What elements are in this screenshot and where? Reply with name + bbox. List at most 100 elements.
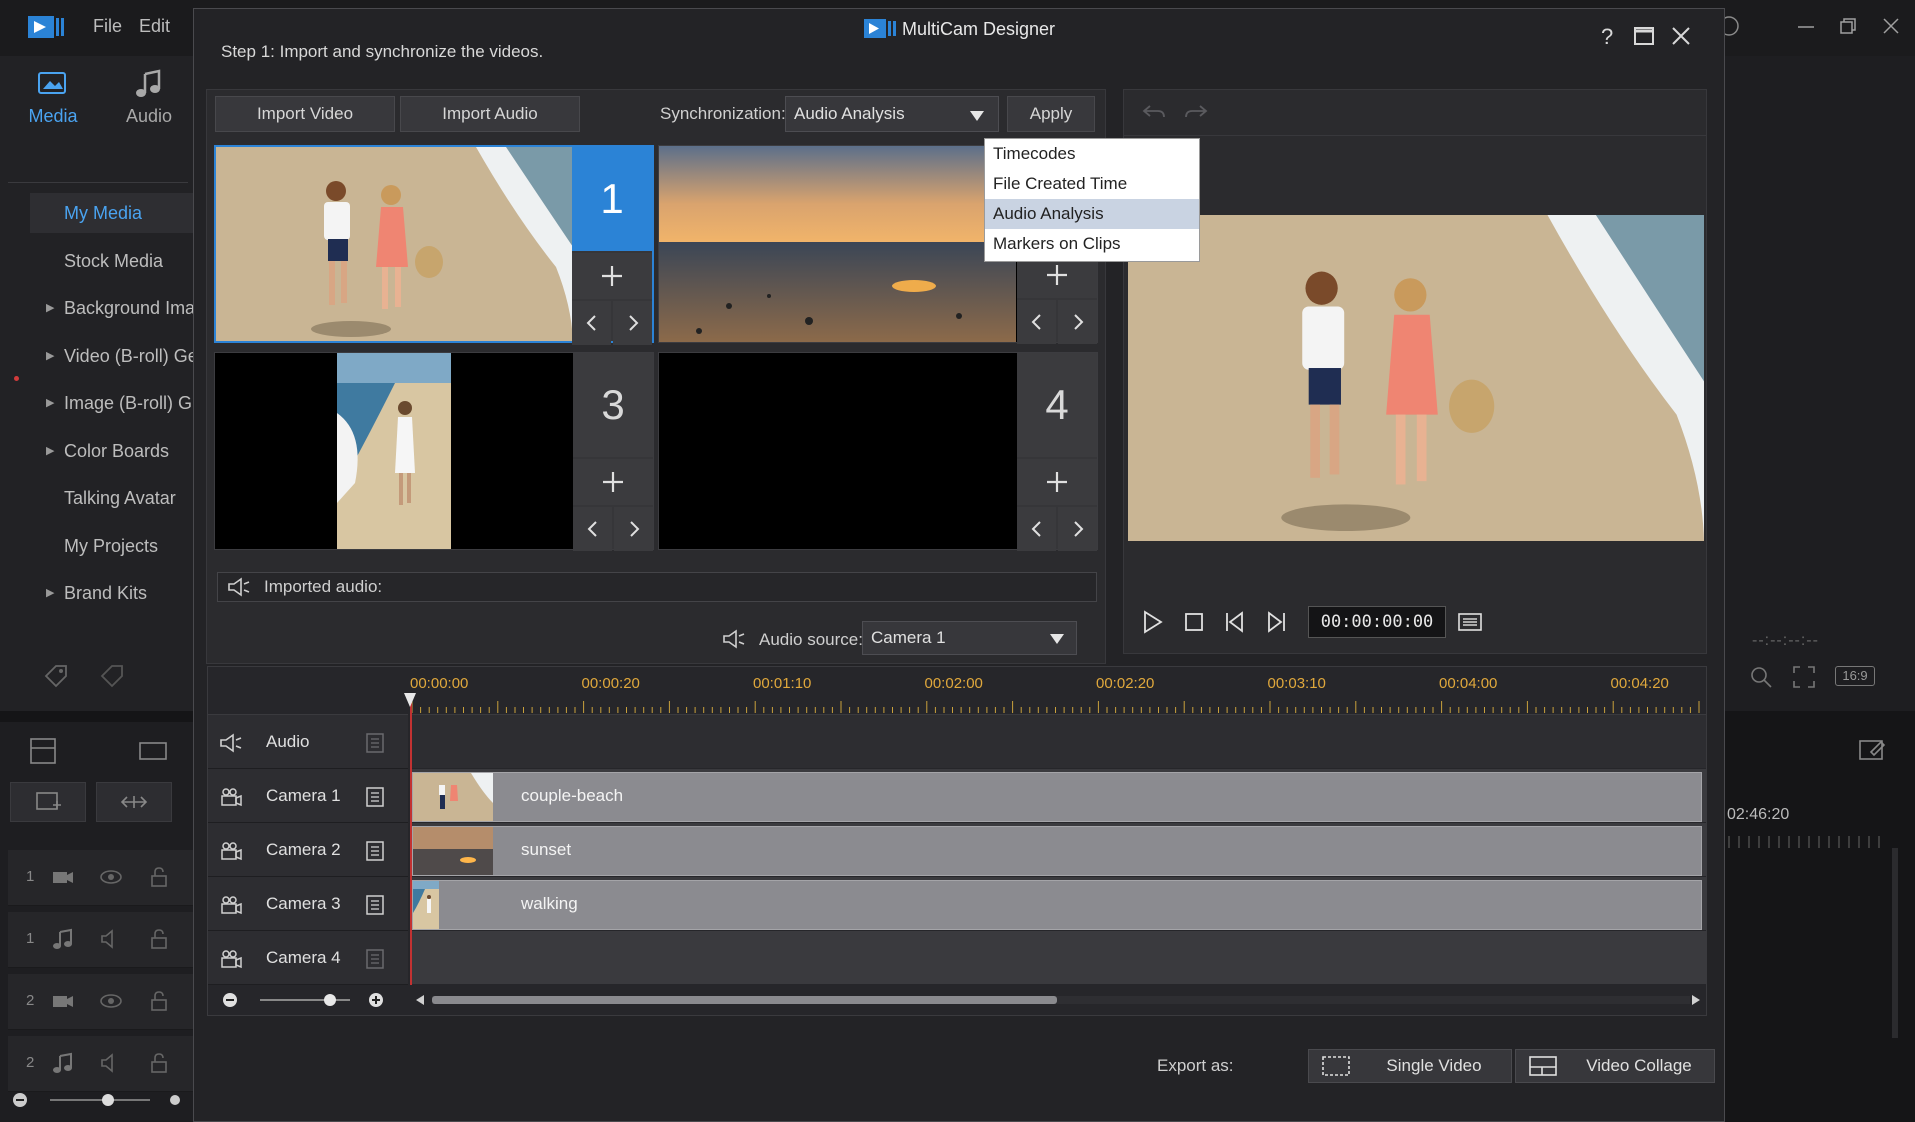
timeline-horizontal-scrollbar[interactable] xyxy=(410,985,1706,1015)
menu-file[interactable]: File xyxy=(93,16,122,37)
background-scrollbar[interactable] xyxy=(1892,848,1898,1038)
single-video-button[interactable]: Single Video xyxy=(1308,1049,1512,1083)
library-item[interactable]: ▶ Background Ima xyxy=(30,288,195,328)
library-item-label: My Projects xyxy=(64,535,159,556)
playhead-handle[interactable] xyxy=(404,693,416,707)
video-camera-icon xyxy=(50,864,76,890)
audio-source-select[interactable]: Camera 1 xyxy=(862,621,1077,655)
close-app-icon[interactable] xyxy=(1879,14,1903,38)
close-icon[interactable] xyxy=(1668,23,1694,49)
lock-icon[interactable] xyxy=(146,1050,172,1076)
sync-option[interactable]: Markers on Clips xyxy=(985,229,1199,259)
sync-option[interactable]: Audio Analysis xyxy=(985,199,1199,229)
camera-slot-4[interactable]: 4 xyxy=(658,352,1098,551)
camera-1-add-button[interactable] xyxy=(572,253,652,299)
library-item[interactable]: Stock Media xyxy=(30,241,195,281)
track-list-icon[interactable] xyxy=(364,785,386,809)
track-list-icon[interactable] xyxy=(364,947,386,971)
visibility-eye-icon[interactable] xyxy=(98,864,124,890)
timeline-clip[interactable]: walking xyxy=(412,880,1702,930)
import-video-button[interactable]: Import Video xyxy=(215,96,395,132)
aspect-ratio-button[interactable]: 16:9 xyxy=(1835,666,1875,686)
bg-zoom-slider[interactable] xyxy=(10,1090,180,1110)
tab-media[interactable]: Media xyxy=(8,68,98,127)
previous-frame-icon[interactable] xyxy=(1221,608,1249,636)
visibility-eye-icon[interactable] xyxy=(98,988,124,1014)
add-tag-icon[interactable] xyxy=(42,662,72,692)
playback-settings-icon[interactable] xyxy=(1456,608,1484,636)
video-collage-button[interactable]: Video Collage xyxy=(1515,1049,1715,1083)
import-audio-button[interactable]: Import Audio xyxy=(400,96,580,132)
play-icon[interactable] xyxy=(1138,608,1166,636)
camera-3-next-button[interactable] xyxy=(614,507,653,551)
lock-icon[interactable] xyxy=(146,988,172,1014)
lock-icon[interactable] xyxy=(146,864,172,890)
library-item[interactable]: ▶ Image (B-roll) G xyxy=(30,383,195,423)
library-item[interactable]: My Media xyxy=(30,193,195,233)
library-item[interactable]: ▶ Video (B-roll) Ge xyxy=(30,336,195,376)
library-item-label: Video (B-roll) Ge xyxy=(64,345,195,366)
sync-option[interactable]: File Created Time xyxy=(985,169,1199,199)
synchronization-select[interactable]: Audio Analysis xyxy=(785,96,999,132)
lock-icon[interactable] xyxy=(146,926,172,952)
camera-1-controls: 1 xyxy=(572,147,652,345)
volume-icon[interactable] xyxy=(98,926,124,952)
camera-slot-3[interactable]: 3 xyxy=(214,352,654,551)
sync-option[interactable]: Timecodes xyxy=(985,139,1199,169)
minimize-icon[interactable] xyxy=(1794,14,1818,38)
redo-icon[interactable] xyxy=(1182,100,1210,124)
timeline-ruler[interactable]: 00:00:00 00:00:20 00:01:10 00:02:00 00:02:20… xyxy=(410,667,1706,715)
expand-arrow-icon: ▶ xyxy=(46,397,55,409)
timeline-clip[interactable]: couple-beach xyxy=(412,772,1702,822)
undo-icon[interactable] xyxy=(1140,100,1168,124)
camera-3-number[interactable]: 3 xyxy=(573,353,653,457)
camera-4-prev-button[interactable] xyxy=(1017,507,1056,551)
help-icon[interactable]: ? xyxy=(1594,23,1620,49)
next-frame-icon[interactable] xyxy=(1262,608,1290,636)
clip-name: sunset xyxy=(521,840,572,859)
camera-1-next-button[interactable] xyxy=(613,301,652,345)
camera-1-prev-button[interactable] xyxy=(572,301,611,345)
menu-edit[interactable]: Edit xyxy=(139,16,170,37)
fullscreen-icon[interactable] xyxy=(1791,664,1817,690)
svg-text:?: ? xyxy=(1601,24,1613,49)
track-list-icon[interactable] xyxy=(364,731,386,755)
camera-slot-1[interactable]: 1 xyxy=(214,145,654,345)
add-track-button[interactable] xyxy=(10,782,86,822)
timeline-zoom-slider[interactable] xyxy=(208,985,408,1015)
edit-timeline-icon[interactable] xyxy=(1857,736,1887,764)
track-list-icon[interactable] xyxy=(364,893,386,917)
timeline-view-icon[interactable] xyxy=(28,736,58,766)
library-item[interactable]: ▶ Color Boards xyxy=(30,431,195,471)
restore-icon[interactable] xyxy=(1836,14,1860,38)
remove-tag-icon[interactable] xyxy=(98,662,128,692)
camera-2-next-button[interactable] xyxy=(1058,300,1097,344)
playhead[interactable] xyxy=(410,695,412,985)
dialog-title-bar: MultiCam Designer Step 1: Import and syn… xyxy=(194,9,1724,69)
stop-icon[interactable] xyxy=(1180,608,1208,636)
apply-button[interactable]: Apply xyxy=(1007,96,1095,132)
camera-1-number[interactable]: 1 xyxy=(572,147,652,251)
camera-2-prev-button[interactable] xyxy=(1017,300,1056,344)
imported-audio-field[interactable]: Imported audio: xyxy=(217,572,1097,602)
fit-timeline-button[interactable] xyxy=(96,782,172,822)
timeline-clip[interactable]: sunset xyxy=(412,826,1702,876)
dialog-title: MultiCam Designer xyxy=(902,19,1056,39)
camera-3-prev-button[interactable] xyxy=(573,507,612,551)
camera-3-add-button[interactable] xyxy=(573,459,653,505)
track-list-icon[interactable] xyxy=(364,839,386,863)
storyboard-icon[interactable] xyxy=(138,740,168,762)
camera-4-add-button[interactable] xyxy=(1017,459,1097,505)
camera-4-next-button[interactable] xyxy=(1058,507,1097,551)
tab-audio[interactable]: Audio xyxy=(104,68,194,127)
zoom-icon[interactable] xyxy=(1748,664,1774,690)
library-item[interactable]: Talking Avatar xyxy=(30,478,195,518)
timecode-display[interactable]: 00:00:00:00 xyxy=(1308,606,1446,638)
library-item[interactable]: My Projects xyxy=(30,526,195,566)
camera-4-number[interactable]: 4 xyxy=(1017,353,1097,457)
track-name: Camera 2 xyxy=(266,840,341,859)
camera-icon xyxy=(218,892,244,918)
library-item[interactable]: ▶ Brand Kits xyxy=(30,573,195,613)
volume-icon[interactable] xyxy=(98,1050,124,1076)
maximize-icon[interactable] xyxy=(1631,23,1657,49)
